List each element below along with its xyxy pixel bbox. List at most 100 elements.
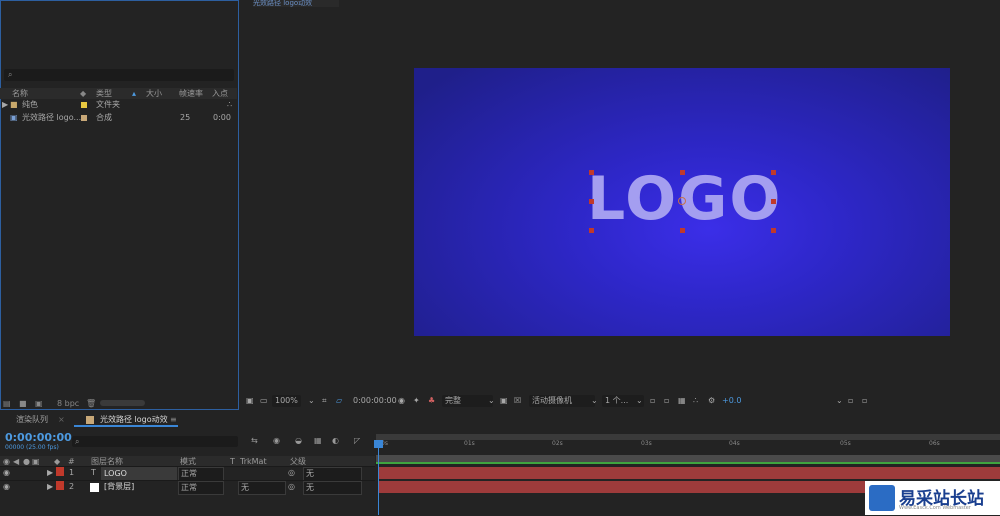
project-item-in: 0:00 [213,113,231,122]
fast-previews-icon[interactable]: ▫ [664,395,669,407]
layer-color-chip[interactable] [56,467,64,476]
monitor-icon[interactable]: ▭ [260,395,268,407]
flowchart-icon[interactable]: ∴ [693,395,698,407]
snapshot-icon[interactable]: ◉ [398,395,405,407]
transform-handle[interactable] [680,228,685,233]
layer-row[interactable]: ◉ ▶ 2 [背景层] 正常 无 ◎ 无 [0,480,375,495]
transform-handle[interactable] [589,170,594,175]
bpc-label[interactable]: 8 bpc [57,399,79,408]
exposure-value[interactable]: +0.0 [722,395,741,407]
mask-visibility-icon[interactable]: ▱ [336,395,342,407]
show-snapshot-icon[interactable]: ✦ [413,395,420,407]
grid-icon[interactable]: ⌗ [322,395,327,407]
chevron-down-icon: ⌄ [836,396,843,405]
toggle-pixel-aspect-icon[interactable]: ▫ [650,395,655,407]
parent-dropdown[interactable]: 无 [303,467,362,481]
viewer-tab[interactable]: 光效路径 logo动效 [253,0,339,7]
trash-icon[interactable]: 🗑 [86,399,96,408]
transform-handle[interactable] [680,170,685,175]
timeline-search-input[interactable]: ⌕ [72,436,238,447]
graph-editor-icon[interactable]: ◸ [354,436,360,445]
new-folder-icon[interactable]: ■ [19,399,27,408]
expand-arrow-icon[interactable]: ▶ [47,481,53,493]
chevron-down-icon: ⌄ [488,396,495,405]
transform-handle[interactable] [771,228,776,233]
project-footer: ▤ ■ ▣ 8 bpc 🗑 [0,396,237,410]
interpret-footage-icon[interactable]: ▤ [3,399,11,408]
ruler-tick: 03s [641,440,652,447]
transform-handle[interactable] [589,228,594,233]
mode-dropdown[interactable]: 正常 [178,467,224,481]
composition-bar[interactable] [376,455,1000,462]
column-name[interactable]: 名称 [12,88,28,99]
region-of-interest-icon[interactable]: ▣ [500,395,508,407]
sort-arrow-icon: ▴ [132,89,137,98]
tab-render-queue[interactable]: 渲染队列 [16,413,48,427]
comp-color-swatch [86,416,94,424]
camera-dropdown[interactable]: 活动摄像机 [529,395,595,407]
project-column-header: 名称 ◆ 类型 ▴ 大小 帧速率 入点 [0,88,237,99]
transform-handle[interactable] [771,170,776,175]
parent-dropdown[interactable]: 无 [303,481,362,495]
transform-handle[interactable] [589,199,594,204]
project-item-comp[interactable]: ▣ 光效路径 logo... 合成 25 0:00 [0,112,237,124]
transform-handle[interactable] [771,199,776,204]
watermark-logo [869,485,895,511]
mode-dropdown[interactable]: 正常 [178,481,224,495]
comp-mini-flowchart-icon[interactable]: ⇆ [251,436,258,445]
work-area-bar[interactable] [376,434,1000,440]
thumbnail-slider[interactable] [100,400,145,406]
column-in[interactable]: 入点 [212,88,228,99]
pickwhip-icon[interactable]: ◎ [288,481,295,493]
project-item-folder[interactable]: ▶ ■ 纯色 文件夹 ∴ [0,99,237,111]
frame-blending-icon[interactable]: ▦ [314,436,322,445]
column-fps[interactable]: 帧速率 [179,88,203,99]
timeline-timecode[interactable]: 0:00:00:00 [5,431,72,444]
layer-row[interactable]: ◉ ▶ 1 T LOGO 正常 ◎ 无 [0,466,375,481]
close-icon[interactable]: × [58,413,65,427]
zoom-dropdown[interactable]: 100% [272,395,301,407]
lock-view-icon[interactable]: ▫ [862,395,867,407]
always-preview-icon[interactable]: ▣ [246,395,254,407]
project-search-input[interactable]: ⌕ [4,69,234,81]
expand-arrow-icon[interactable]: ▶ [2,99,8,111]
flowchart-icon[interactable]: ∴ [227,99,232,111]
timeline-tabs: 渲染队列 × 光效路径 logo动效 ≡ [0,411,1000,428]
current-time-indicator[interactable] [374,440,383,448]
reset-view-icon[interactable]: ▫ [848,395,853,407]
timeline-icon[interactable]: ▦ [678,395,686,407]
column-type[interactable]: 类型 [96,88,112,99]
label-swatch[interactable] [81,115,87,121]
expand-arrow-icon[interactable]: ▶ [47,467,53,479]
trkmat-dropdown[interactable]: 无 [238,481,286,495]
chevron-down-icon: ⌄ [591,396,598,405]
project-item-name: 纯色 [22,100,38,109]
label-swatch[interactable] [81,102,87,108]
playhead[interactable] [378,440,379,515]
layer-color-chip[interactable] [56,481,64,490]
project-item-name: 光效路径 logo... [22,113,82,122]
transparency-grid-icon[interactable]: ☒ [514,395,521,407]
layer-name[interactable]: LOGO [101,467,177,481]
search-icon: ⌕ [8,70,13,79]
color-channel-icon[interactable]: ♣ [428,395,435,407]
solid-layer-icon [90,483,99,492]
eye-icon[interactable]: ◉ [3,467,10,479]
layer-duration-bar[interactable] [379,467,1000,479]
ruler-tick: 01s [464,440,475,447]
draft-3d-icon[interactable]: ◉ [273,436,280,445]
project-item-type: 文件夹 [96,100,120,109]
viewer-timecode[interactable]: 0:00:00:00 [353,395,397,407]
exposure-icon[interactable]: ⚙ [708,395,715,407]
eye-icon[interactable]: ◉ [3,481,10,493]
column-size[interactable]: 大小 [146,88,162,99]
shy-layers-icon[interactable]: ◒ [295,436,302,445]
resolution-dropdown[interactable]: 完整 [442,395,493,407]
timeline-fps: 00000 (25.00 fps) [5,444,59,451]
anchor-point-icon[interactable] [678,197,686,205]
ruler-tick: 06s [929,440,940,447]
new-comp-icon[interactable]: ▣ [35,399,43,408]
pickwhip-icon[interactable]: ◎ [288,467,295,479]
layer-name[interactable]: [背景层] [104,481,134,493]
motion-blur-icon[interactable]: ◐ [332,436,339,445]
